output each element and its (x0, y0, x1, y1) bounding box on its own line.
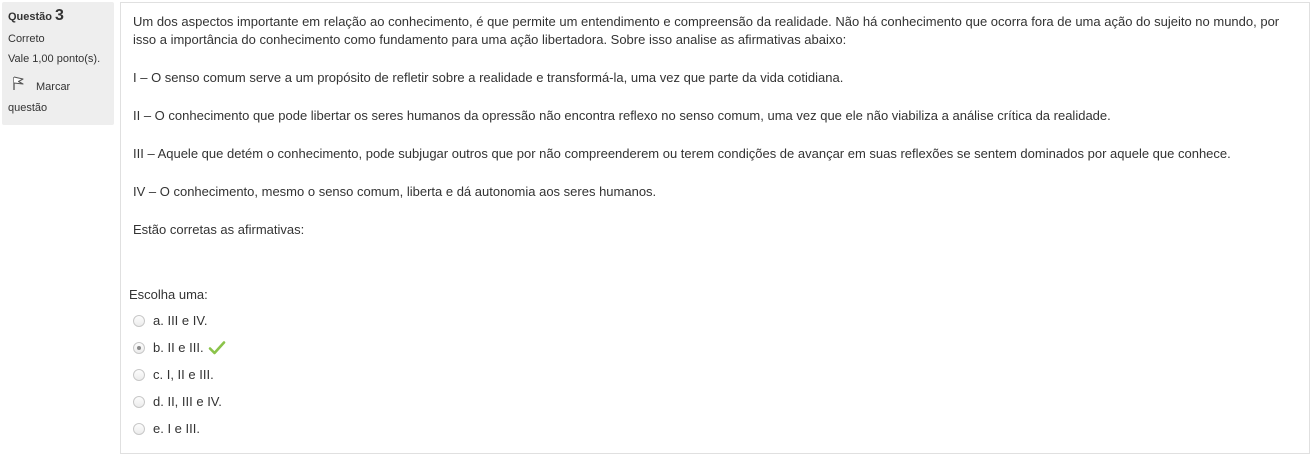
option-c-label[interactable]: c. I, II e III. (153, 367, 214, 382)
question-intro: Um dos aspectos importante em relação ao… (133, 14, 1280, 47)
option-b[interactable]: b. II e III. (133, 334, 226, 361)
question-label: Questão (8, 11, 53, 23)
checkmark-icon (208, 340, 225, 354)
option-e-label[interactable]: e. I e III. (153, 421, 200, 436)
question-content: Um dos aspectos importante em relação ao… (120, 2, 1310, 454)
option-d-radio[interactable] (133, 395, 145, 408)
statement-ii: II – O conhecimento que pode libertar os… (133, 108, 1111, 123)
answer-options: a. III e IV. b. II e III. c. I, II e III… (133, 307, 226, 442)
option-e-radio[interactable] (133, 422, 145, 435)
question-stem: Estão corretas as afirmativas: (133, 222, 305, 237)
option-a-label[interactable]: a. III e IV. (153, 313, 207, 328)
option-c-radio[interactable] (133, 368, 145, 381)
statement-iii: III – Aquele que detém o conhecimento, p… (133, 146, 1231, 161)
option-e[interactable]: e. I e III. (133, 415, 226, 442)
option-a-radio[interactable] (133, 314, 145, 327)
option-b-label[interactable]: b. II e III. (153, 340, 204, 355)
option-d-label[interactable]: d. II, III e IV. (153, 394, 222, 409)
flag-label-line2[interactable]: questão (8, 101, 47, 115)
flag-icon (13, 76, 24, 90)
statement-i: I – O senso comum serve a um propósito d… (133, 70, 844, 85)
question-state: Correto (8, 33, 45, 45)
question-text: Um dos aspectos importante em relação ao… (133, 13, 1301, 259)
question-info-panel: Questão 3 Correto Vale 1,00 ponto(s). Ma… (2, 2, 114, 125)
question-number-row: Questão 3 (8, 7, 108, 27)
question-number: 3 (55, 7, 64, 24)
statement-iv: IV – O conhecimento, mesmo o senso comum… (133, 184, 657, 199)
flag-question-button[interactable]: Marcar (10, 75, 108, 94)
option-d[interactable]: d. II, III e IV. (133, 388, 226, 415)
option-c[interactable]: c. I, II e III. (133, 361, 226, 388)
question-grade: Vale 1,00 ponto(s). (8, 53, 101, 65)
answer-prompt: Escolha uma: (129, 287, 208, 302)
option-a[interactable]: a. III e IV. (133, 307, 226, 334)
option-b-radio[interactable] (133, 341, 145, 354)
flag-label[interactable]: Marcar (36, 80, 70, 94)
